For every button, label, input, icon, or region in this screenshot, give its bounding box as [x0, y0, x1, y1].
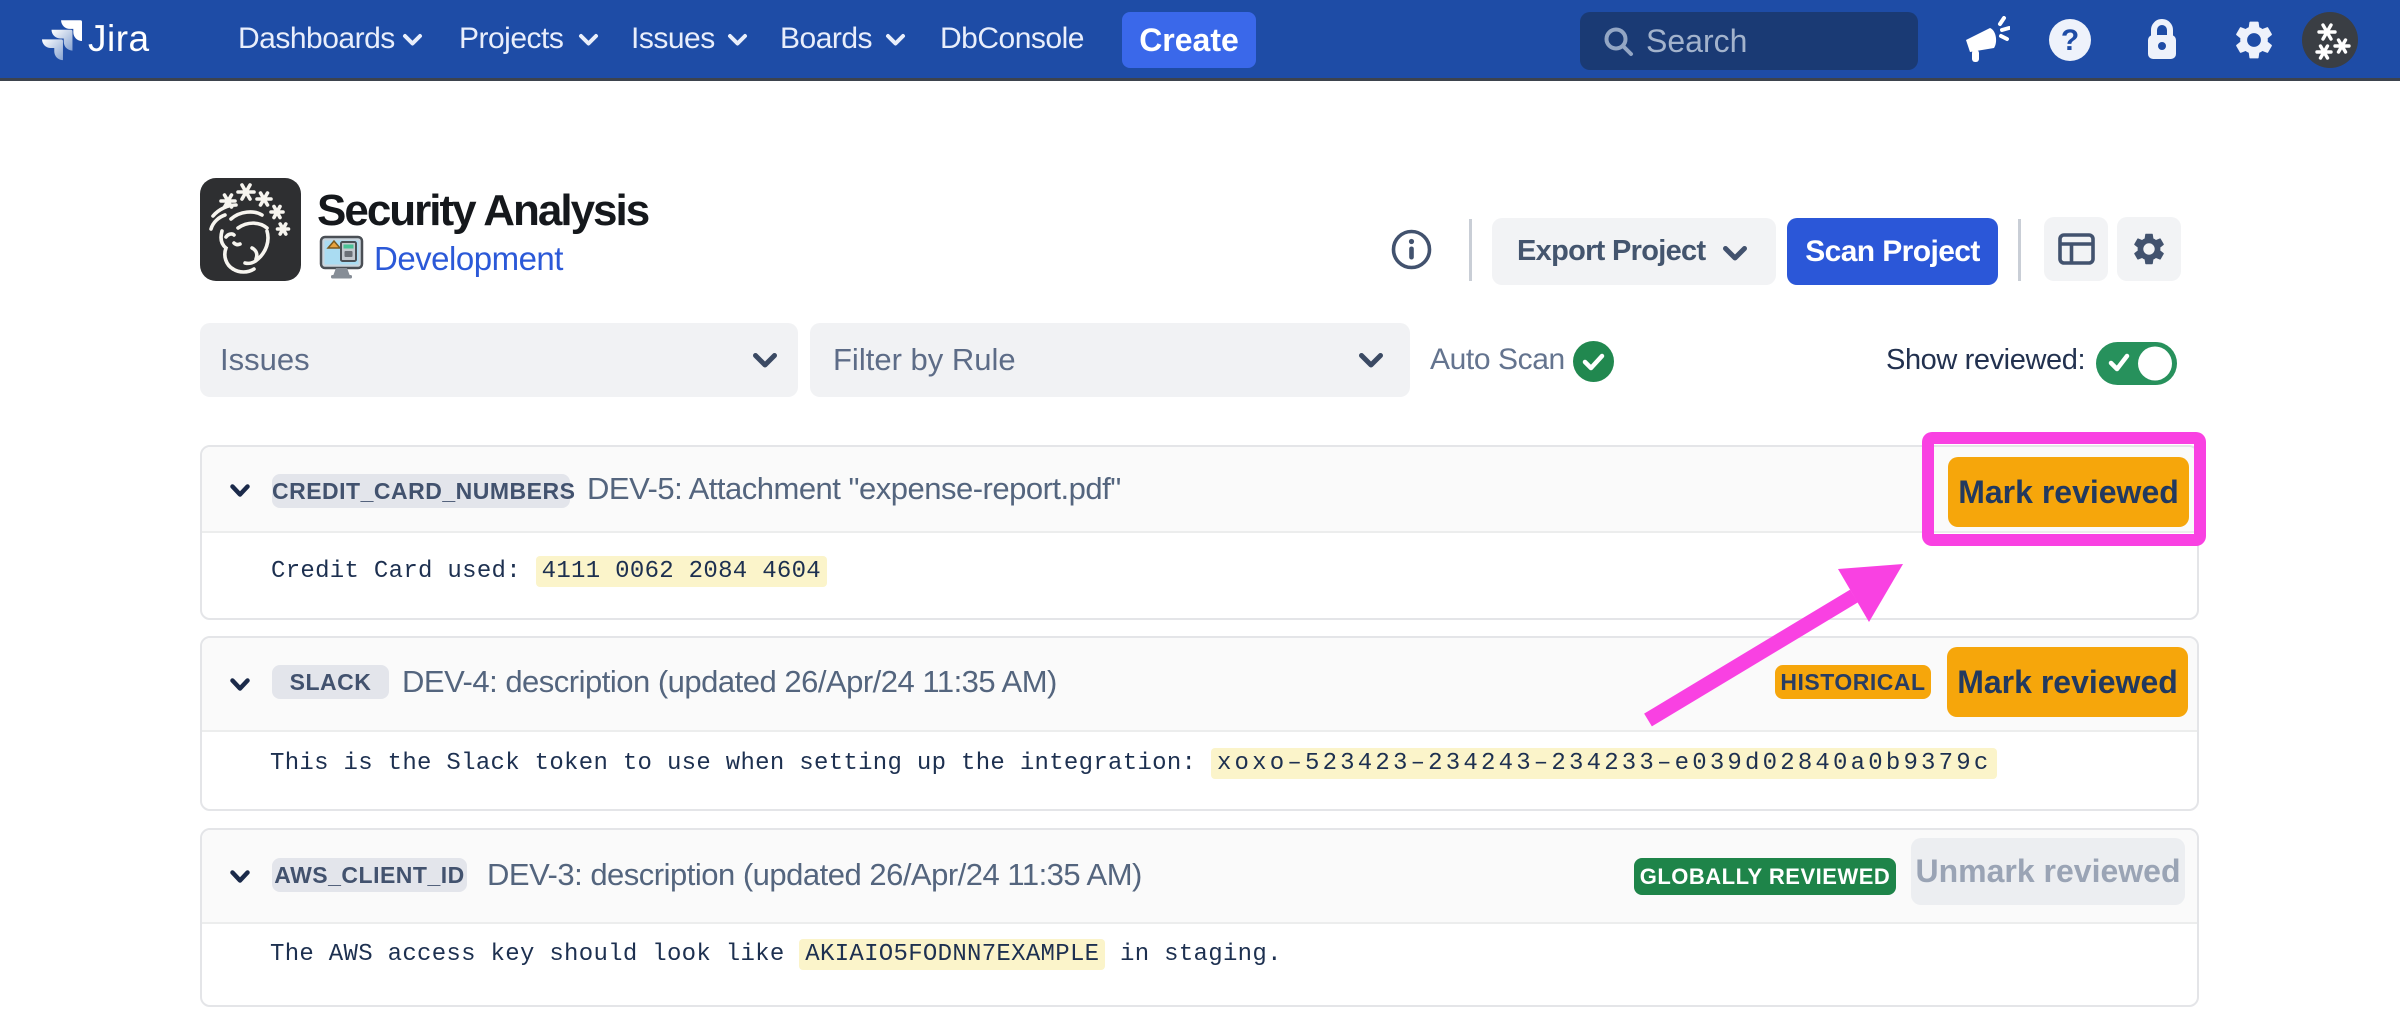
svg-text:?: ? — [2061, 24, 2079, 57]
